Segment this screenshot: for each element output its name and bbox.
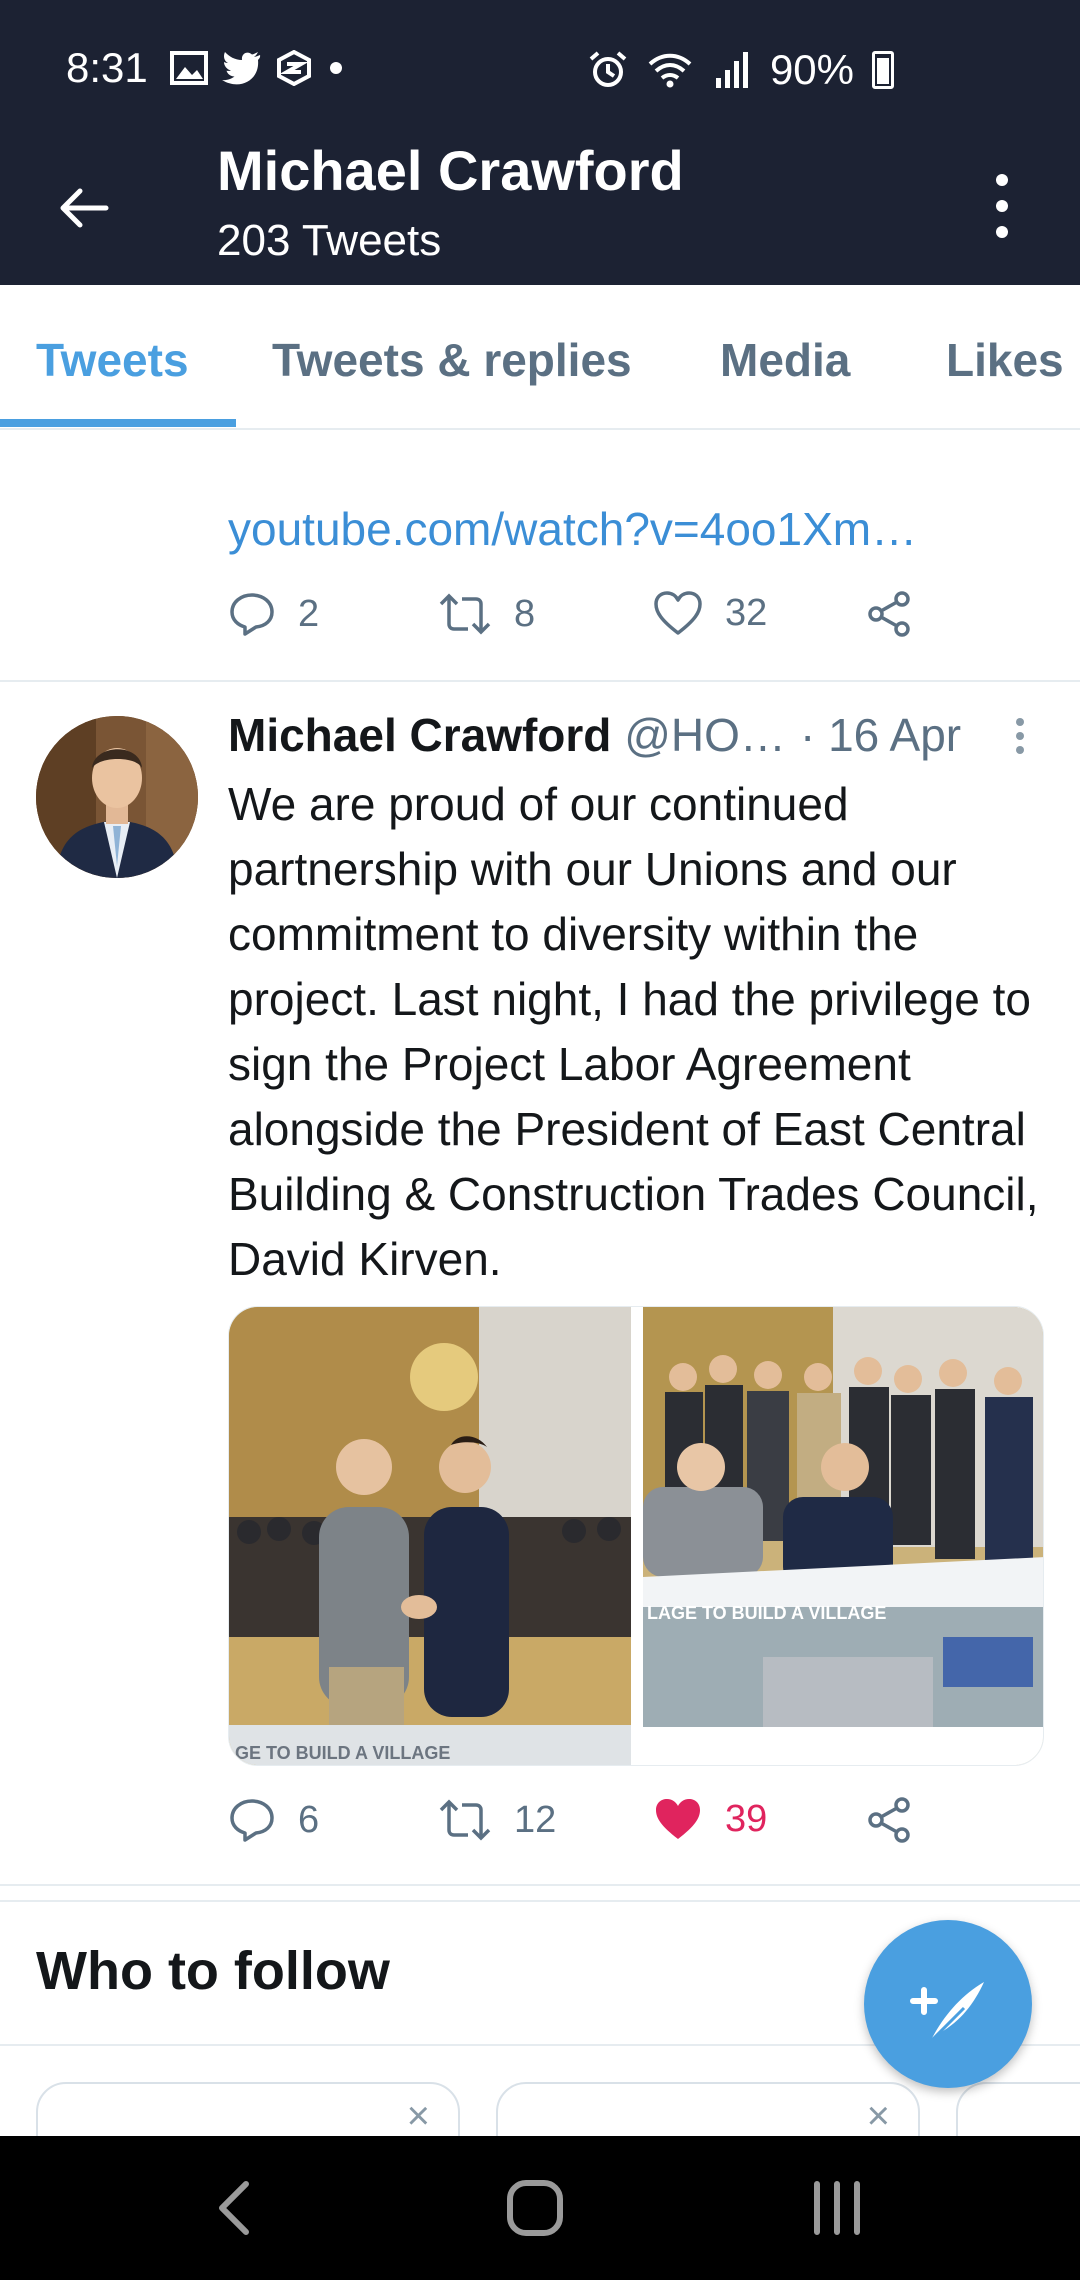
follow-card[interactable] [956, 2082, 1080, 2136]
prev-tweet-actions: 2 8 32 [228, 590, 948, 650]
like-count: 32 [725, 591, 768, 634]
tweet-date[interactable]: · 16 Apr [800, 708, 961, 762]
tab-likes[interactable]: Likes [946, 333, 1064, 387]
retweet-count: 12 [514, 1798, 557, 1841]
battery-icon [872, 51, 894, 89]
tweet-text: We are proud of our continued partnershi… [228, 778, 1039, 1285]
tab-media[interactable]: Media [720, 333, 850, 387]
retweet-count: 8 [514, 592, 536, 635]
profile-header: Michael Crawford 203 Tweets [0, 136, 1080, 285]
follow-card[interactable]: × [36, 2082, 460, 2136]
gallery-icon [170, 51, 208, 85]
follow-card[interactable]: × [496, 2082, 920, 2136]
tweet-author-handle[interactable]: @HO… [624, 709, 786, 761]
retweet-icon [439, 1799, 491, 1841]
dismiss-icon[interactable]: × [407, 2096, 430, 2136]
dismiss-icon[interactable]: × [867, 2096, 890, 2136]
more-options-icon[interactable] [990, 174, 1014, 250]
tweet-header: Michael Crawford @HO… [228, 708, 786, 762]
retweet-icon [439, 593, 491, 635]
battery-percentage: 90% [769, 46, 854, 93]
retweet-button[interactable]: 8 [438, 590, 535, 638]
notification-icons [170, 50, 346, 86]
nav-back-icon[interactable] [192, 2166, 282, 2250]
twitter-bird-icon [222, 52, 261, 85]
compose-feather-icon [910, 1982, 984, 2044]
share-icon [868, 591, 910, 637]
tweet-divider [0, 680, 1080, 682]
wifi-icon [648, 53, 692, 88]
share-button[interactable] [866, 1796, 914, 1844]
status-right: 90% [588, 46, 894, 94]
reply-button[interactable]: 6 [228, 1796, 319, 1844]
follow-suggestions: × × [0, 2082, 1080, 2136]
tweet-author-name[interactable]: Michael Crawford [228, 709, 611, 761]
share-button[interactable] [866, 590, 914, 638]
reply-count: 2 [298, 592, 320, 635]
tweet-count: 203 Tweets [217, 216, 442, 265]
app-notification-icon [277, 50, 311, 86]
tweet-photo-handshake[interactable]: GE TO BUILD A VILLAGE [229, 1307, 631, 1766]
active-tab-indicator [0, 419, 236, 427]
reply-icon [230, 1799, 274, 1842]
like-button[interactable]: 39 [653, 1796, 767, 1842]
nav-home-icon[interactable] [490, 2166, 580, 2250]
signal-icon [715, 52, 748, 88]
heart-icon [654, 591, 702, 635]
tab-tweets-replies[interactable]: Tweets & replies [272, 333, 632, 387]
nav-recent-apps-icon[interactable] [792, 2166, 882, 2250]
profile-tabs: Tweets Tweets & replies Media Likes [0, 285, 1080, 430]
status-time: 8:31 [66, 44, 148, 91]
reply-button[interactable]: 2 [228, 590, 319, 638]
avatar[interactable] [36, 716, 198, 878]
who-to-follow-title: Who to follow [36, 1941, 390, 2001]
tab-tweets[interactable]: Tweets [36, 333, 189, 387]
share-icon [868, 1797, 910, 1843]
profile-name: Michael Crawford [217, 139, 684, 202]
tweet-more-icon[interactable] [1012, 718, 1028, 758]
tweet-actions: 6 12 39 [228, 1796, 948, 1856]
like-button[interactable]: 32 [653, 590, 767, 636]
section-divider [0, 1900, 1080, 1902]
reply-count: 6 [298, 1798, 320, 1841]
banner-text-left: GE TO BUILD A VILLAGE [235, 1743, 450, 1763]
back-arrow-icon[interactable] [52, 176, 116, 240]
tweet-photo-signing[interactable]: LAGE TO BUILD A VILLAGE [643, 1307, 1044, 1766]
retweet-button[interactable]: 12 [438, 1796, 556, 1844]
tweet-media[interactable]: GE TO BUILD A VILLAGE LAGE TO BUILD A VI… [228, 1306, 1044, 1766]
system-navigation-bar [0, 2136, 1080, 2280]
tweet-link[interactable]: youtube.com/watch?v=4oo1Xm… [228, 502, 917, 556]
more-notifications-dot-icon [330, 62, 342, 74]
compose-tweet-button[interactable] [864, 1920, 1032, 2088]
heart-filled-icon [656, 1799, 700, 1839]
alarm-icon [589, 51, 627, 87]
banner-text-right: LAGE TO BUILD A VILLAGE [647, 1603, 886, 1623]
section-divider [0, 1884, 1080, 1886]
reply-icon [230, 593, 274, 636]
like-count: 39 [725, 1797, 768, 1840]
status-bar: 8:31 90% [0, 0, 1080, 136]
